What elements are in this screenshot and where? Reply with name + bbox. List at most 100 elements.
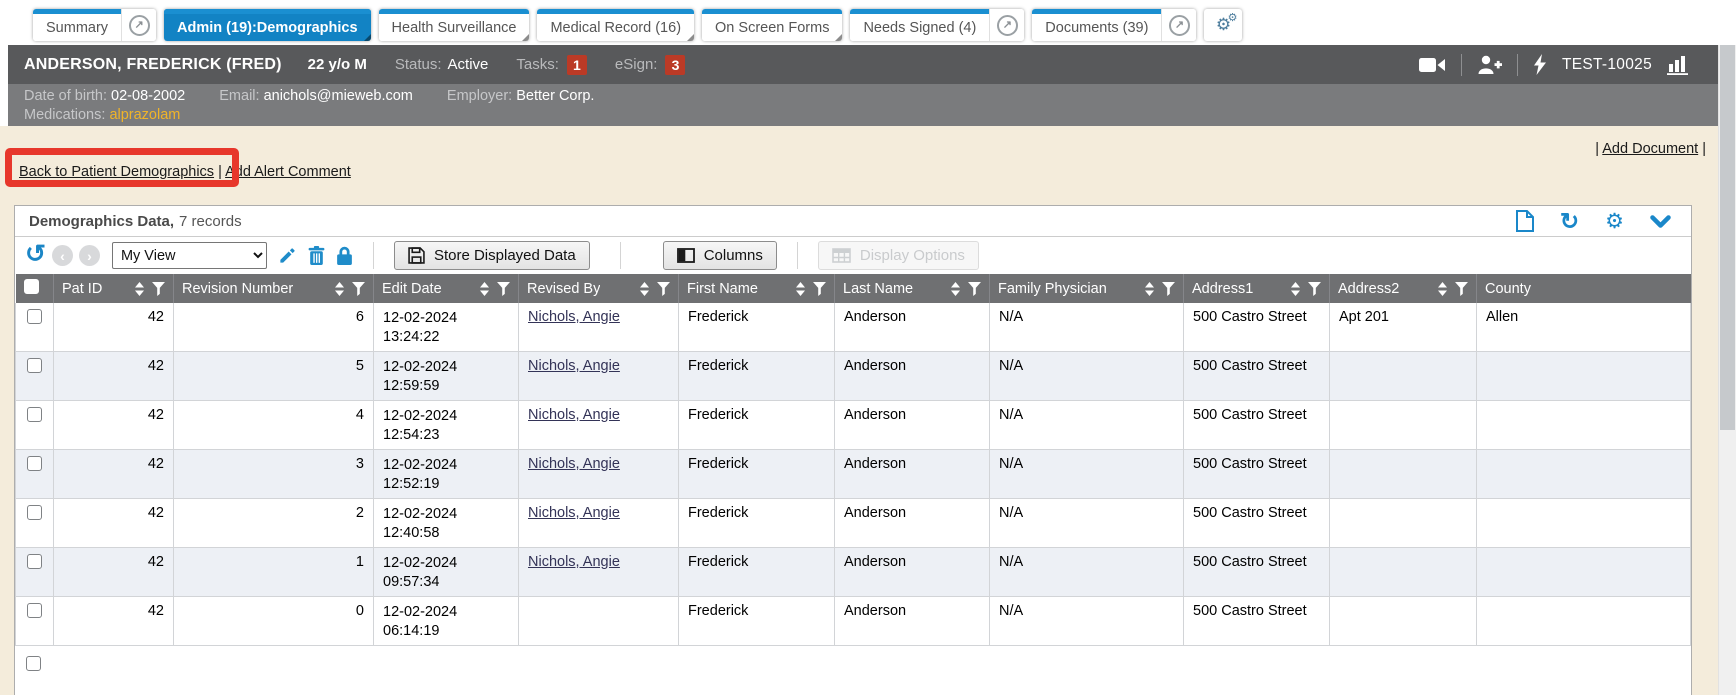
reset-view-icon[interactable]: ↺ [25, 242, 46, 267]
refresh-icon[interactable]: ↻ [1560, 210, 1579, 233]
sort-icon[interactable] [1291, 282, 1300, 296]
filter-funnel-icon[interactable] [497, 282, 510, 296]
column-label: Last Name [843, 281, 913, 297]
column-header-revision-number[interactable]: Revision Number [174, 274, 374, 303]
revised-by-link[interactable]: Nichols, Angie [528, 407, 620, 423]
new-document-icon[interactable] [1516, 210, 1534, 232]
column-header-last-name[interactable]: Last Name [835, 274, 990, 303]
row-checkbox[interactable] [27, 358, 42, 373]
revised-by-link[interactable]: Nichols, Angie [528, 309, 620, 325]
dob-value: 02-08-2002 [111, 88, 185, 104]
video-camera-icon[interactable] [1419, 56, 1446, 74]
esign-label: eSign: [615, 56, 658, 73]
row-checkbox[interactable] [27, 407, 42, 422]
add-document-link[interactable]: Add Document [1602, 141, 1698, 157]
tab-summary-popout[interactable]: ↗ [121, 9, 156, 41]
sort-icon[interactable] [640, 282, 649, 296]
column-header-edit-date[interactable]: Edit Date [374, 274, 519, 303]
column-header-pat-id[interactable]: Pat ID [54, 274, 174, 303]
column-header-revised-by[interactable]: Revised By [519, 274, 679, 303]
cell-address1: 500 Castro Street [1184, 548, 1330, 597]
sort-icon[interactable] [335, 282, 344, 296]
esign-badge[interactable]: 3 [665, 55, 685, 75]
add-alert-comment-link[interactable]: Add Alert Comment [225, 164, 351, 180]
tab-group-health-surveillance: Health Surveillance [379, 9, 530, 41]
columns-label: Columns [704, 247, 763, 264]
filter-funnel-icon[interactable] [813, 282, 826, 296]
delete-view-trash-icon[interactable] [308, 246, 325, 266]
tasks-badge[interactable]: 1 [567, 55, 587, 75]
tab-needs-signed-popout[interactable]: ↗ [989, 9, 1024, 41]
lightning-icon[interactable] [1533, 54, 1547, 75]
row-checkbox[interactable] [27, 309, 42, 324]
column-header-address2[interactable]: Address2 [1330, 274, 1477, 303]
settings-gear-icon[interactable]: ⚙ [1605, 211, 1624, 232]
cell-pat-id: 42 [54, 303, 174, 352]
toolbar-divider [373, 242, 374, 269]
cell-address2 [1330, 450, 1477, 499]
filter-funnel-icon[interactable] [1308, 282, 1321, 296]
medications-value[interactable]: alprazolam [109, 107, 180, 123]
tab-needs-signed[interactable]: Needs Signed (4) [850, 9, 989, 41]
row-checkbox-cell [16, 401, 54, 450]
collapse-chevron-icon[interactable] [1650, 215, 1671, 228]
sort-icon[interactable] [951, 282, 960, 296]
revised-by-link[interactable]: Nichols, Angie [528, 505, 620, 521]
tab-settings-button[interactable]: ⚙⚙ [1204, 9, 1242, 41]
sort-icon[interactable] [135, 282, 144, 296]
view-select[interactable]: My View [112, 242, 267, 269]
column-header-address1[interactable]: Address1 [1184, 274, 1330, 303]
select-all-checkbox[interactable] [24, 279, 39, 294]
filter-funnel-icon[interactable] [657, 282, 670, 296]
cell-revised-by: Nichols, Angie [519, 401, 679, 450]
cell-pat-id: 42 [54, 499, 174, 548]
filter-funnel-icon[interactable] [1455, 282, 1468, 296]
tab-on-screen-forms[interactable]: On Screen Forms [702, 9, 842, 41]
cell-county [1477, 548, 1691, 597]
revised-by-link[interactable]: Nichols, Angie [528, 358, 620, 374]
store-displayed-data-button[interactable]: Store Displayed Data [394, 241, 590, 270]
filter-funnel-icon[interactable] [968, 282, 981, 296]
row-checkbox[interactable] [27, 505, 42, 520]
sort-icon[interactable] [1438, 282, 1447, 296]
toolbar-divider [797, 242, 798, 269]
banner-toolbar: TEST-10025 [1419, 54, 1720, 76]
tab-health-surveillance[interactable]: Health Surveillance [379, 9, 530, 41]
row-checkbox[interactable] [26, 656, 41, 671]
column-header-first-name[interactable]: First Name [679, 274, 835, 303]
sort-icon[interactable] [796, 282, 805, 296]
column-header-county[interactable]: County [1477, 274, 1691, 303]
sort-icon[interactable] [1145, 282, 1154, 296]
tab-admin-demographics[interactable]: Admin (19):Demographics [164, 9, 370, 41]
tab-documents[interactable]: Documents (39) [1032, 9, 1161, 41]
filter-funnel-icon[interactable] [152, 282, 165, 296]
column-header-family-physician[interactable]: Family Physician [990, 274, 1184, 303]
tab-group-admin: Admin (19):Demographics [164, 9, 370, 41]
back-to-patient-demographics-link[interactable]: Back to Patient Demographics [19, 164, 214, 180]
row-checkbox[interactable] [27, 603, 42, 618]
edit-view-pencil-icon[interactable] [278, 246, 297, 265]
scrollbar-thumb[interactable] [1720, 45, 1735, 430]
display-options-label: Display Options [860, 247, 965, 264]
filter-funnel-icon[interactable] [352, 282, 365, 296]
column-label: Revision Number [182, 281, 293, 297]
columns-button[interactable]: Columns [663, 241, 777, 270]
chart-icon[interactable] [1667, 54, 1690, 75]
sort-icon[interactable] [480, 282, 489, 296]
lock-view-icon[interactable] [336, 246, 353, 266]
cell-last-name: Anderson [835, 450, 990, 499]
revised-by-link[interactable]: Nichols, Angie [528, 456, 620, 472]
tab-medical-record[interactable]: Medical Record (16) [537, 9, 694, 41]
tab-summary[interactable]: Summary [33, 9, 121, 41]
previous-view-button: ‹ [52, 245, 73, 266]
select-all-header[interactable] [16, 274, 54, 303]
add-person-icon[interactable] [1477, 55, 1502, 74]
row-checkbox[interactable] [27, 554, 42, 569]
column-label: Family Physician [998, 281, 1107, 297]
revised-by-link[interactable]: Nichols, Angie [528, 554, 620, 570]
filter-funnel-icon[interactable] [1162, 282, 1175, 296]
row-checkbox[interactable] [27, 456, 42, 471]
tab-documents-popout[interactable]: ↗ [1161, 9, 1196, 41]
gears-icon: ⚙⚙ [1216, 15, 1231, 35]
patient-age-sex: 22 y/o M [308, 56, 367, 73]
